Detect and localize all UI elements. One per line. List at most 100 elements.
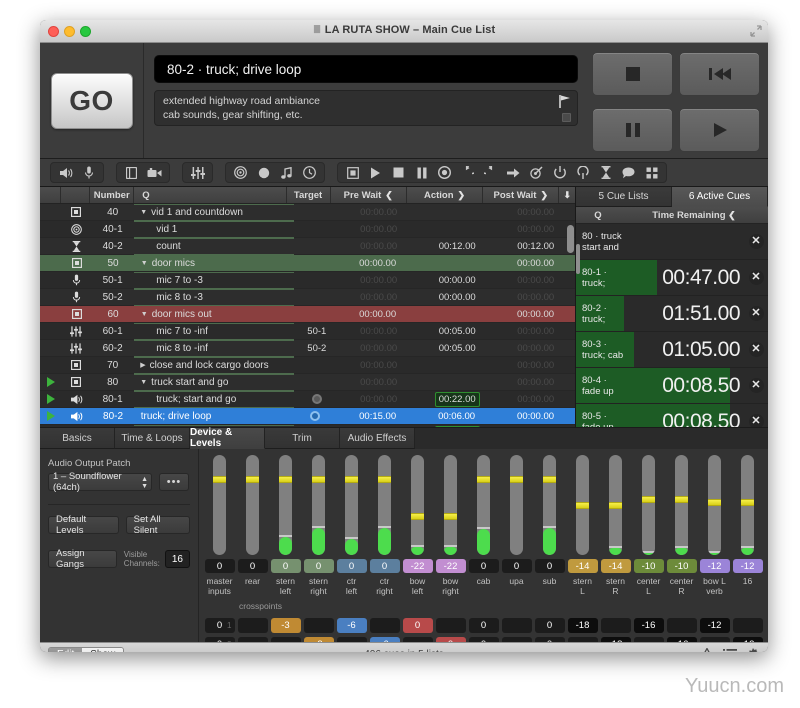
crosspoint-cell[interactable]: -16 — [632, 618, 665, 633]
disclosure-triangle-icon[interactable]: ▼ — [141, 260, 148, 267]
fullscreen-icon[interactable] — [750, 25, 762, 37]
fader-knob[interactable] — [345, 476, 358, 483]
midi-cue-icon[interactable] — [276, 164, 297, 181]
stop-cue-button[interactable]: ✕ — [744, 342, 768, 357]
fader-value[interactable]: 0 — [370, 559, 400, 573]
column-header-number[interactable]: Number — [90, 187, 134, 203]
column-header-prewait[interactable]: Pre Wait❮ — [331, 187, 407, 203]
target-cue-icon[interactable] — [230, 164, 251, 181]
cue-list-table[interactable]: Number Q Target Pre Wait❮ Action❯ Post W… — [40, 187, 575, 427]
wait-icon[interactable] — [595, 164, 616, 181]
fader-knob[interactable] — [741, 499, 754, 506]
reset-cue-icon[interactable] — [457, 164, 478, 181]
disclosure-triangle-icon[interactable]: ▶ — [140, 361, 145, 369]
fader-track[interactable] — [576, 455, 589, 555]
cue-list-scrollbar[interactable] — [567, 225, 574, 253]
fader-knob[interactable] — [312, 476, 325, 483]
target-go-icon[interactable] — [526, 164, 547, 181]
table-row[interactable]: 80▼truck start and go00:00.0000:00.00 — [40, 374, 575, 391]
column-header-postwait[interactable]: Post Wait❯ — [483, 187, 559, 203]
fader-value[interactable]: 0 — [304, 559, 334, 573]
video-cue-icon[interactable] — [121, 164, 142, 181]
fader-track[interactable] — [543, 455, 556, 555]
devamp-cue-icon[interactable] — [480, 164, 501, 181]
assign-gangs-button[interactable]: Assign Gangs — [48, 550, 117, 568]
fader-knob[interactable] — [411, 513, 424, 520]
disclosure-triangle-icon[interactable]: ▼ — [140, 209, 147, 216]
table-row[interactable]: 40▼vid 1 and countdown00:00.0000:00.00 — [40, 204, 575, 221]
crosspoint-cell[interactable]: · — [731, 618, 764, 633]
fader-knob[interactable] — [477, 476, 490, 483]
flag-icon[interactable] — [559, 95, 571, 108]
table-row[interactable]: 80-1truck; start and go00:00.0000:22.000… — [40, 391, 575, 408]
fader-value[interactable]: 0 — [469, 559, 499, 573]
set-all-silent-button[interactable]: Set All Silent — [126, 516, 190, 534]
table-row[interactable]: 40-1vid 100:00.0000:00.00 — [40, 221, 575, 238]
crosspoint-cell[interactable]: · — [599, 618, 632, 633]
crosspoint-cell[interactable]: -18 — [566, 618, 599, 633]
fader-track[interactable] — [510, 455, 523, 555]
cue-notes-field[interactable]: extended highway road ambiance cab sound… — [154, 90, 578, 126]
crosspoint-cell[interactable]: · — [434, 618, 467, 633]
target-dot-icon[interactable] — [312, 394, 322, 404]
fader-track[interactable] — [411, 455, 424, 555]
fader-value[interactable]: 0 — [535, 559, 565, 573]
pane-resize-handle[interactable] — [576, 244, 580, 274]
arm-cue-icon[interactable] — [549, 164, 570, 181]
fader-knob[interactable] — [444, 513, 457, 520]
group-cue-icon[interactable] — [342, 164, 363, 181]
fader-knob[interactable] — [213, 476, 226, 483]
table-row[interactable]: 60▼door mics out00:00.0000:00.00 — [40, 306, 575, 323]
inspector-tab-1[interactable]: Time & Loops — [115, 428, 190, 449]
active-cue-row[interactable]: 80-4 ·fade up00:08.50✕ — [576, 368, 768, 404]
fader-knob[interactable] — [378, 476, 391, 483]
fader-knob[interactable] — [510, 476, 523, 483]
fader-value[interactable]: 0 — [337, 559, 367, 573]
mic-cue-icon[interactable] — [78, 164, 99, 181]
crosspoint-cell[interactable]: · — [665, 618, 698, 633]
list-icon[interactable] — [723, 648, 737, 652]
fader-value[interactable]: 0 — [502, 559, 532, 573]
active-cue-row[interactable]: 80-1 ·truck;00:47.00✕ — [576, 260, 768, 296]
crosspoint-cell[interactable]: -12 — [698, 618, 731, 633]
crosspoint-cell[interactable]: 0 — [533, 618, 566, 633]
fader-value[interactable]: -10 — [634, 559, 664, 573]
crosspoint-cell[interactable]: 0 — [467, 618, 500, 633]
fader-knob[interactable] — [246, 476, 259, 483]
wait-cue-icon[interactable] — [253, 164, 274, 181]
fader-knob[interactable] — [708, 499, 721, 506]
table-row[interactable]: 50-2mic 8 to -300:00.0000:00.0000:00.00 — [40, 289, 575, 306]
goto-cue-icon[interactable] — [503, 164, 524, 181]
table-row[interactable]: 40-2count00:00.0000:12.0000:12.00 — [40, 238, 575, 255]
table-row[interactable]: 80-2truck; drive loop00:15.0000:06.0000:… — [40, 408, 575, 425]
column-header-continue[interactable]: ⬇ — [559, 187, 575, 203]
fader-track[interactable] — [477, 455, 490, 555]
fader-value[interactable]: 0 — [271, 559, 301, 573]
active-pane-tab-1[interactable]: 6 Active Cues — [672, 187, 768, 207]
table-row[interactable]: 50-1mic 7 to -300:00.0000:00.0000:00.00 — [40, 272, 575, 289]
fade-cue-icon[interactable] — [187, 164, 208, 181]
column-header-q[interactable]: Q — [134, 187, 286, 203]
gear-icon[interactable] — [746, 648, 760, 653]
start-cue-icon[interactable] — [365, 164, 386, 181]
fader-knob[interactable] — [609, 502, 622, 509]
play-button[interactable] — [679, 108, 760, 152]
table-row[interactable]: 70▶close and lock cargo doors00:00.0000:… — [40, 357, 575, 374]
active-column-time-remaining[interactable]: Time Remaining ❮ — [620, 210, 768, 221]
fader-track[interactable] — [312, 455, 325, 555]
fader-track[interactable] — [213, 455, 226, 555]
column-header-flag[interactable] — [40, 187, 61, 203]
crosspoint-cell[interactable]: -6 — [335, 618, 368, 633]
fader-track[interactable] — [345, 455, 358, 555]
table-row[interactable]: 50▼door mics00:00.0000:00.00 — [40, 255, 575, 272]
fader-value[interactable]: -14 — [601, 559, 631, 573]
inspector-tab-4[interactable]: Audio Effects — [340, 428, 415, 449]
column-header-action[interactable]: Action❯ — [407, 187, 483, 203]
pause-button[interactable] — [592, 108, 673, 152]
table-row[interactable]: 60-2mic 8 to -inf50-200:00.0000:05.0000:… — [40, 340, 575, 357]
column-header-icon[interactable] — [61, 187, 90, 203]
fader-value[interactable]: -22 — [403, 559, 433, 573]
crosspoint-cell[interactable]: 0 — [401, 618, 434, 633]
fader-knob[interactable] — [675, 496, 688, 503]
disclosure-triangle-icon[interactable]: ▼ — [141, 311, 148, 318]
